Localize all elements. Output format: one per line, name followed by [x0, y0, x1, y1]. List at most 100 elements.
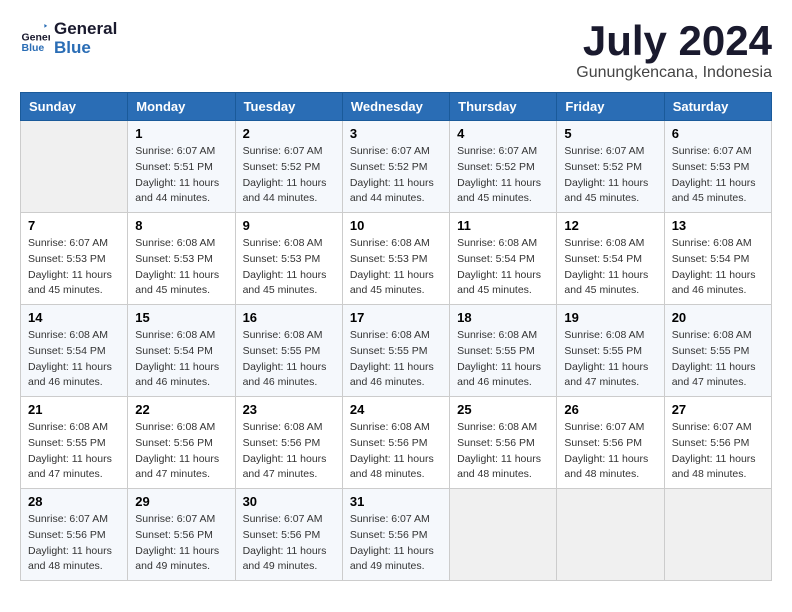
calendar-header: Sunday Monday Tuesday Wednesday Thursday… — [21, 93, 772, 121]
table-row: 24 Sunrise: 6:08 AMSunset: 5:56 PMDayligh… — [342, 397, 449, 489]
day-number: 31 — [350, 494, 442, 509]
day-number: 26 — [564, 402, 656, 417]
day-info: Sunrise: 6:08 AMSunset: 5:55 PMDaylight:… — [564, 328, 656, 391]
day-number: 6 — [672, 126, 764, 141]
table-row: 21 Sunrise: 6:08 AMSunset: 5:55 PMDayligh… — [21, 397, 128, 489]
day-info: Sunrise: 6:08 AMSunset: 5:56 PMDaylight:… — [243, 420, 335, 483]
table-row: 13 Sunrise: 6:08 AMSunset: 5:54 PMDayligh… — [664, 213, 771, 305]
calendar-body: 1Sunrise: 6:07 AMSunset: 5:51 PMDaylight… — [21, 121, 772, 581]
day-number: 2 — [243, 126, 335, 141]
table-row: 11 Sunrise: 6:08 AMSunset: 5:54 PMDayligh… — [450, 213, 557, 305]
header-saturday: Saturday — [664, 93, 771, 121]
day-info: Sunrise: 6:08 AMSunset: 5:55 PMDaylight:… — [457, 328, 549, 391]
day-number: 28 — [28, 494, 120, 509]
day-number: 1 — [135, 126, 227, 141]
table-row: 14 Sunrise: 6:08 AMSunset: 5:54 PMDayligh… — [21, 305, 128, 397]
table-row: 18 Sunrise: 6:08 AMSunset: 5:55 PMDayligh… — [450, 305, 557, 397]
table-row — [557, 489, 664, 581]
day-number: 27 — [672, 402, 764, 417]
page-header: General Blue General Blue July 2024 Gunu… — [20, 20, 772, 82]
header-thursday: Thursday — [450, 93, 557, 121]
day-number: 5 — [564, 126, 656, 141]
day-info: Sunrise: 6:07 AMSunset: 5:53 PMDaylight:… — [672, 144, 764, 207]
table-row — [664, 489, 771, 581]
table-row: 17 Sunrise: 6:08 AMSunset: 5:55 PMDayligh… — [342, 305, 449, 397]
day-info: Sunrise: 6:08 AMSunset: 5:55 PMDaylight:… — [28, 420, 120, 483]
day-info: Sunrise: 6:08 AMSunset: 5:54 PMDaylight:… — [28, 328, 120, 391]
header-sunday: Sunday — [21, 93, 128, 121]
table-row: 6 Sunrise: 6:07 AMSunset: 5:53 PMDaylight… — [664, 121, 771, 213]
day-info: Sunrise: 6:08 AMSunset: 5:53 PMDaylight:… — [350, 236, 442, 299]
table-row: 28Sunrise: 6:07 AMSunset: 5:56 PMDayligh… — [21, 489, 128, 581]
table-row: 4 Sunrise: 6:07 AMSunset: 5:52 PMDaylight… — [450, 121, 557, 213]
header-friday: Friday — [557, 93, 664, 121]
header-wednesday: Wednesday — [342, 93, 449, 121]
day-info: Sunrise: 6:08 AMSunset: 5:56 PMDaylight:… — [457, 420, 549, 483]
header-tuesday: Tuesday — [235, 93, 342, 121]
day-info: Sunrise: 6:07 AMSunset: 5:52 PMDaylight:… — [243, 144, 335, 207]
day-number: 15 — [135, 310, 227, 325]
day-info: Sunrise: 6:07 AMSunset: 5:56 PMDaylight:… — [564, 420, 656, 483]
day-number: 21 — [28, 402, 120, 417]
table-row: 10Sunrise: 6:08 AMSunset: 5:53 PMDayligh… — [342, 213, 449, 305]
day-info: Sunrise: 6:08 AMSunset: 5:55 PMDaylight:… — [350, 328, 442, 391]
day-number: 23 — [243, 402, 335, 417]
table-row: 22 Sunrise: 6:08 AMSunset: 5:56 PMDayligh… — [128, 397, 235, 489]
day-number: 3 — [350, 126, 442, 141]
day-number: 24 — [350, 402, 442, 417]
day-number: 14 — [28, 310, 120, 325]
month-title: July 2024 — [576, 20, 772, 62]
table-row: 31 Sunrise: 6:07 AMSunset: 5:56 PMDayligh… — [342, 489, 449, 581]
day-number: 9 — [243, 218, 335, 233]
day-info: Sunrise: 6:07 AMSunset: 5:52 PMDaylight:… — [564, 144, 656, 207]
day-info: Sunrise: 6:08 AMSunset: 5:55 PMDaylight:… — [243, 328, 335, 391]
day-number: 4 — [457, 126, 549, 141]
day-info: Sunrise: 6:07 AMSunset: 5:52 PMDaylight:… — [457, 144, 549, 207]
table-row: 23 Sunrise: 6:08 AMSunset: 5:56 PMDayligh… — [235, 397, 342, 489]
table-row: 1Sunrise: 6:07 AMSunset: 5:51 PMDaylight… — [128, 121, 235, 213]
day-number: 30 — [243, 494, 335, 509]
day-info: Sunrise: 6:08 AMSunset: 5:53 PMDaylight:… — [135, 236, 227, 299]
logo: General Blue General Blue — [20, 20, 117, 57]
day-info: Sunrise: 6:07 AMSunset: 5:56 PMDaylight:… — [135, 512, 227, 575]
table-row: 29 Sunrise: 6:07 AMSunset: 5:56 PMDayligh… — [128, 489, 235, 581]
table-row — [450, 489, 557, 581]
day-number: 13 — [672, 218, 764, 233]
table-row: 20Sunrise: 6:08 AMSunset: 5:55 PMDayligh… — [664, 305, 771, 397]
day-number: 16 — [243, 310, 335, 325]
day-number: 29 — [135, 494, 227, 509]
table-row: 7 Sunrise: 6:07 AMSunset: 5:53 PMDaylight… — [21, 213, 128, 305]
day-number: 18 — [457, 310, 549, 325]
day-number: 7 — [28, 218, 120, 233]
day-info: Sunrise: 6:08 AMSunset: 5:54 PMDaylight:… — [672, 236, 764, 299]
day-number: 11 — [457, 218, 549, 233]
day-number: 25 — [457, 402, 549, 417]
day-info: Sunrise: 6:08 AMSunset: 5:53 PMDaylight:… — [243, 236, 335, 299]
table-row: 5 Sunrise: 6:07 AMSunset: 5:52 PMDaylight… — [557, 121, 664, 213]
table-row — [21, 121, 128, 213]
day-info: Sunrise: 6:07 AMSunset: 5:53 PMDaylight:… — [28, 236, 120, 299]
table-row: 15 Sunrise: 6:08 AMSunset: 5:54 PMDayligh… — [128, 305, 235, 397]
header-monday: Monday — [128, 93, 235, 121]
table-row: 8Sunrise: 6:08 AMSunset: 5:53 PMDaylight… — [128, 213, 235, 305]
day-info: Sunrise: 6:08 AMSunset: 5:54 PMDaylight:… — [564, 236, 656, 299]
logo-icon: General Blue — [20, 24, 50, 54]
table-row: 3Sunrise: 6:07 AMSunset: 5:52 PMDaylight… — [342, 121, 449, 213]
table-row: 9 Sunrise: 6:08 AMSunset: 5:53 PMDaylight… — [235, 213, 342, 305]
calendar-table: Sunday Monday Tuesday Wednesday Thursday… — [20, 92, 772, 581]
logo-line1: General — [54, 20, 117, 39]
table-row: 26 Sunrise: 6:07 AMSunset: 5:56 PMDayligh… — [557, 397, 664, 489]
day-info: Sunrise: 6:08 AMSunset: 5:56 PMDaylight:… — [135, 420, 227, 483]
day-info: Sunrise: 6:07 AMSunset: 5:56 PMDaylight:… — [350, 512, 442, 575]
day-number: 17 — [350, 310, 442, 325]
day-info: Sunrise: 6:08 AMSunset: 5:54 PMDaylight:… — [135, 328, 227, 391]
table-row: 19Sunrise: 6:08 AMSunset: 5:55 PMDayligh… — [557, 305, 664, 397]
day-info: Sunrise: 6:07 AMSunset: 5:56 PMDaylight:… — [672, 420, 764, 483]
logo-line2: Blue — [54, 39, 117, 58]
day-number: 22 — [135, 402, 227, 417]
table-row: 27 Sunrise: 6:07 AMSunset: 5:56 PMDayligh… — [664, 397, 771, 489]
day-info: Sunrise: 6:08 AMSunset: 5:54 PMDaylight:… — [457, 236, 549, 299]
day-info: Sunrise: 6:08 AMSunset: 5:56 PMDaylight:… — [350, 420, 442, 483]
table-row: 30Sunrise: 6:07 AMSunset: 5:56 PMDayligh… — [235, 489, 342, 581]
table-row: 2 Sunrise: 6:07 AMSunset: 5:52 PMDaylight… — [235, 121, 342, 213]
